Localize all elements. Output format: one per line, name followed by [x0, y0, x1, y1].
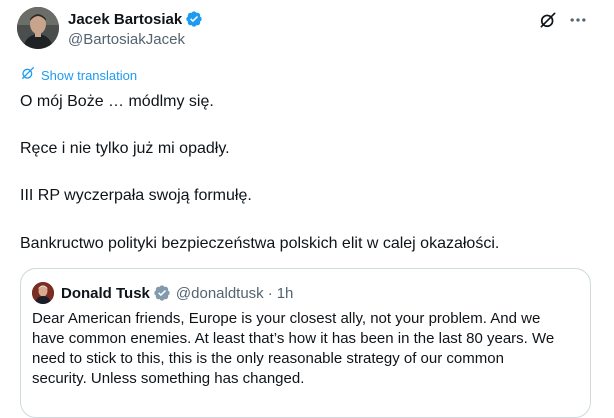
- tweet-text-line: O mój Boże … módlmy się.: [20, 93, 214, 110]
- show-translation-label: Show translation: [41, 67, 138, 83]
- quoted-author-avatar[interactable]: [32, 282, 54, 304]
- show-translation-button[interactable]: Show translation: [20, 66, 137, 84]
- globe-icon: [20, 65, 36, 86]
- tweet-text-line: III RP wyczerpała swoją formułę.: [20, 187, 252, 204]
- quoted-text-line: security. Unless something has changed.: [32, 370, 305, 387]
- tweet-text-line: Ręce i nie tylko już mi opadły.: [20, 140, 230, 157]
- grok-icon[interactable]: [536, 8, 560, 32]
- quoted-author-name[interactable]: Donald Tusk: [61, 285, 150, 302]
- quoted-author-handle[interactable]: @donaldtusk: [176, 285, 264, 302]
- tweet-text-line: Bankructwo polityki bezpieczeństwa polsk…: [20, 235, 500, 252]
- quoted-tweet-card[interactable]: Donald Tusk @donaldtusk · 1h Dear Americ…: [20, 268, 591, 418]
- quoted-tweet-header: Donald Tusk @donaldtusk · 1h: [61, 283, 293, 303]
- verified-badge-icon[interactable]: [185, 10, 203, 28]
- author-handle[interactable]: @BartosiakJacek: [68, 31, 185, 48]
- author-avatar[interactable]: [17, 7, 59, 49]
- more-dots-icon[interactable]: [566, 8, 590, 32]
- verified-badge-icon[interactable]: [153, 284, 171, 302]
- tweet: Jacek Bartosiak @BartosiakJacek Show tra…: [0, 0, 614, 418]
- separator-dot: ·: [267, 284, 273, 302]
- quoted-text-line: Dear American friends, Europe is your cl…: [32, 310, 541, 327]
- quoted-text-line: have common enemies. At least that’s how…: [32, 330, 555, 347]
- quoted-tweet-time[interactable]: 1h: [277, 285, 294, 302]
- quoted-text-line: need to stick to this, this is the only …: [32, 350, 504, 367]
- author-display-name[interactable]: Jacek Bartosiak: [68, 11, 182, 28]
- quoted-tweet-text: Dear American friends, Europe is your cl…: [32, 309, 582, 389]
- author-name-row: Jacek Bartosiak: [68, 9, 203, 29]
